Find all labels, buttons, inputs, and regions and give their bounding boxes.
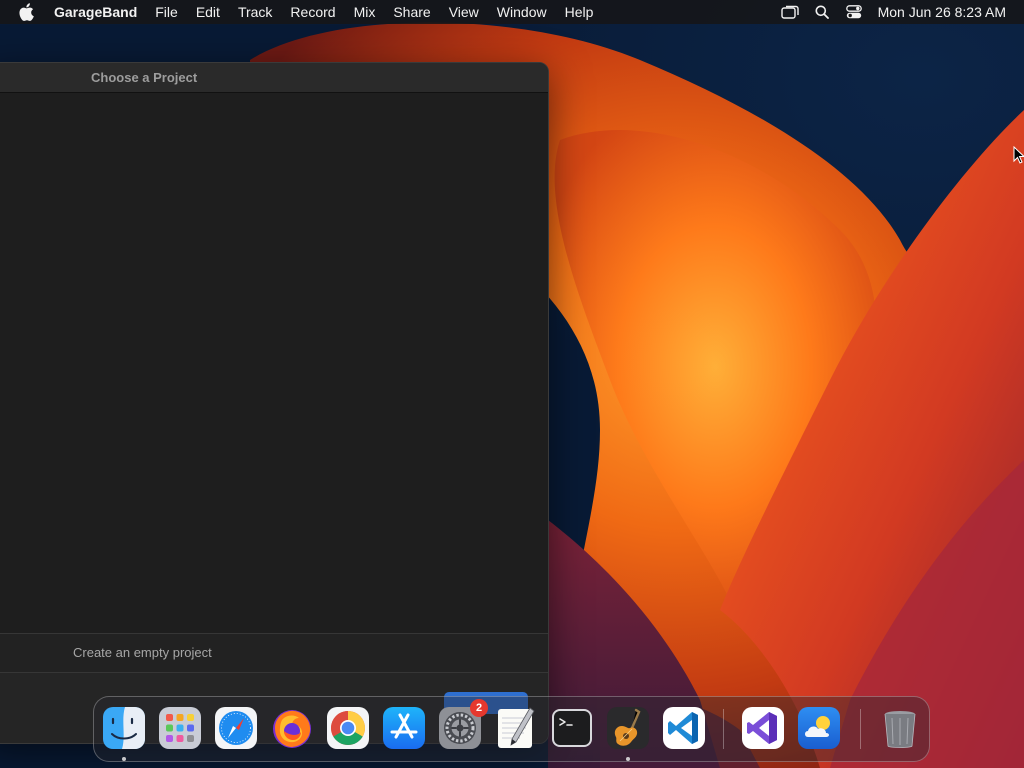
menu-bar-clock[interactable]: Mon Jun 26 8:23 AM (878, 4, 1006, 20)
vscode-icon[interactable] (662, 706, 706, 750)
menu-record[interactable]: Record (281, 0, 344, 24)
menu-share[interactable]: Share (384, 0, 439, 24)
system-settings-icon[interactable]: 2 (438, 699, 488, 750)
app-store-icon[interactable] (382, 706, 426, 750)
control-center-icon[interactable] (843, 0, 865, 24)
launchpad-icon[interactable] (158, 706, 202, 750)
weather-icon[interactable] (797, 706, 841, 750)
dock: 2 (93, 696, 930, 762)
menu-bar: GarageBand File Edit Track Record Mix Sh… (0, 0, 1024, 24)
garageband-icon[interactable] (606, 706, 650, 750)
firefox-icon[interactable] (270, 706, 314, 750)
spotlight-search-icon[interactable] (811, 0, 833, 24)
menu-edit[interactable]: Edit (187, 0, 229, 24)
visual-studio-icon[interactable] (741, 706, 785, 750)
menu-view[interactable]: View (440, 0, 488, 24)
project-description: Create an empty project (73, 645, 212, 660)
apple-logo-icon[interactable] (16, 2, 36, 22)
terminal-icon[interactable] (550, 706, 594, 750)
finder-icon[interactable] (102, 706, 146, 750)
choose-project-window: Choose a Project Create an empty project (0, 62, 549, 744)
dock-divider (860, 709, 861, 749)
running-indicator (122, 757, 126, 761)
desktop: GarageBand File Edit Track Record Mix Sh… (0, 0, 1024, 768)
textedit-icon[interactable] (494, 706, 538, 750)
dock-divider (723, 709, 724, 749)
chrome-icon[interactable] (326, 706, 370, 750)
notification-badge: 2 (470, 699, 488, 717)
window-title-bar[interactable]: Choose a Project (0, 63, 548, 93)
menu-window[interactable]: Window (488, 0, 556, 24)
mouse-pointer-icon (1013, 145, 1024, 169)
safari-icon[interactable] (214, 706, 258, 750)
menu-track[interactable]: Track (229, 0, 281, 24)
menu-mix[interactable]: Mix (345, 0, 385, 24)
screen-mirroring-icon[interactable] (779, 0, 801, 24)
project-template-area (0, 93, 548, 633)
running-indicator (626, 757, 630, 761)
menu-help[interactable]: Help (556, 0, 603, 24)
window-title: Choose a Project (91, 70, 198, 85)
menu-file[interactable]: File (146, 0, 187, 24)
menu-app-name[interactable]: GarageBand (50, 0, 146, 24)
trash-icon[interactable] (878, 706, 922, 750)
project-description-bar: Create an empty project (0, 633, 548, 673)
